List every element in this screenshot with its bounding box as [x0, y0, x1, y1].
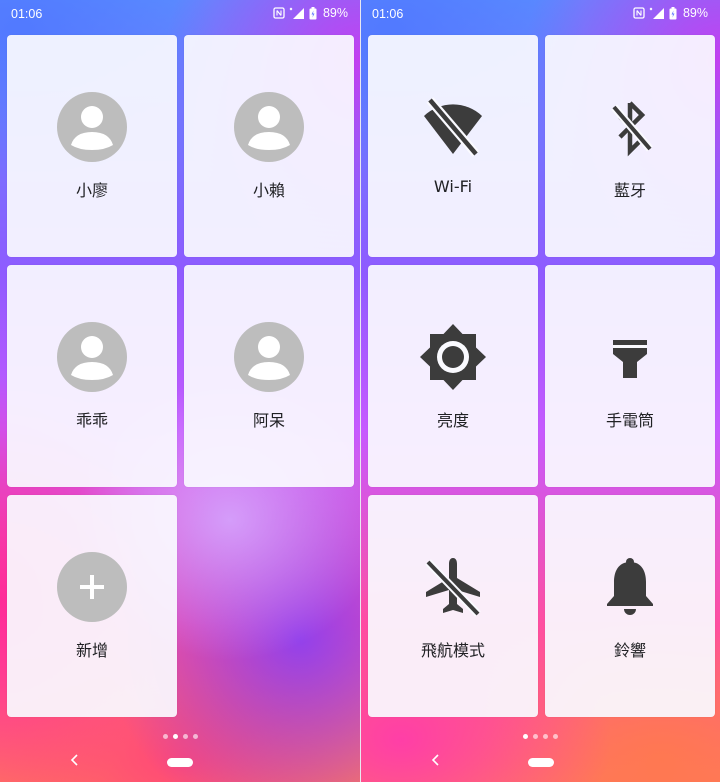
- bluetooth-toggle-tile[interactable]: 藍牙: [545, 35, 715, 257]
- status-time: 01:06: [372, 7, 404, 21]
- avatar: [233, 91, 305, 163]
- battery-icon: [669, 6, 677, 19]
- wifi-toggle-tile[interactable]: Wi-Fi: [368, 35, 538, 257]
- contact-tile[interactable]: 阿呆: [184, 265, 354, 487]
- add-label: 新增: [75, 641, 108, 660]
- toggle-label: 藍牙: [613, 181, 646, 200]
- status-icons: 89%: [633, 6, 708, 20]
- page-indicator: [0, 734, 360, 739]
- toggle-label: 手電筒: [605, 411, 654, 430]
- signal-icon: [649, 7, 664, 19]
- brightness-icon: [417, 321, 489, 393]
- person-icon: [234, 322, 304, 392]
- page-dot-active: [172, 734, 178, 739]
- ringer-tile[interactable]: 鈴響: [545, 495, 715, 717]
- page-dot: [533, 734, 538, 739]
- toggle-label: Wi-Fi: [433, 177, 473, 196]
- flashlight-tile[interactable]: 手電筒: [545, 265, 715, 487]
- toggle-label: 鈴響: [613, 641, 646, 660]
- back-icon[interactable]: [67, 750, 83, 770]
- page-dot: [192, 734, 198, 739]
- page-dot: [543, 734, 548, 739]
- status-bar: 01:06 89%: [361, 0, 720, 30]
- contact-name: 阿呆: [252, 411, 285, 430]
- status-time: 01:06: [11, 7, 43, 21]
- battery-percent: 89%: [682, 6, 708, 20]
- page-dot: [182, 734, 188, 739]
- avatar: [56, 91, 128, 163]
- nfc-icon: [273, 7, 285, 19]
- left-screen: 01:06 89% 小廖 小賴 乖乖 阿呆 新增: [0, 0, 360, 782]
- person-icon: [57, 322, 127, 392]
- status-icons: 89%: [273, 6, 348, 20]
- page-indicator: [361, 734, 720, 739]
- home-pill[interactable]: [527, 758, 554, 767]
- bell-icon: [594, 551, 666, 623]
- flashlight-icon: [594, 321, 666, 393]
- page-dot-active: [523, 734, 528, 739]
- home-pill[interactable]: [167, 758, 193, 767]
- signal-icon: [289, 7, 304, 19]
- toggle-label: 飛航模式: [420, 641, 485, 660]
- brightness-tile[interactable]: 亮度: [368, 265, 538, 487]
- add-avatar: [56, 551, 128, 623]
- contact-tile[interactable]: 小賴: [184, 35, 354, 257]
- toggle-label: 亮度: [436, 411, 469, 430]
- contact-tile[interactable]: 乖乖: [7, 265, 177, 487]
- status-bar: 01:06 89%: [0, 0, 360, 30]
- navigation-bar: [0, 742, 360, 782]
- page-dot: [553, 734, 558, 739]
- person-icon: [57, 92, 127, 162]
- contact-name: 乖乖: [75, 411, 108, 430]
- wifi-off-icon: [417, 91, 489, 163]
- plus-icon: [57, 552, 127, 622]
- bluetooth-off-icon: [594, 91, 666, 163]
- airplane-mode-tile[interactable]: 飛航模式: [368, 495, 538, 717]
- navigation-bar: [361, 742, 720, 782]
- add-contact-tile[interactable]: 新增: [7, 495, 177, 717]
- back-icon[interactable]: [428, 750, 444, 770]
- battery-icon: [309, 6, 317, 19]
- right-screen: 01:06 89% Wi-Fi 藍牙 亮度 手電筒 飛航模式 鈴響: [361, 0, 720, 782]
- contact-name: 小廖: [75, 181, 108, 200]
- avatar: [233, 321, 305, 393]
- airplane-mode-off-icon: [417, 551, 489, 623]
- page-dot: [162, 734, 168, 739]
- contact-name: 小賴: [252, 181, 285, 200]
- avatar: [56, 321, 128, 393]
- battery-percent: 89%: [322, 6, 348, 20]
- contact-tile[interactable]: 小廖: [7, 35, 177, 257]
- nfc-icon: [633, 7, 645, 19]
- person-icon: [234, 92, 304, 162]
